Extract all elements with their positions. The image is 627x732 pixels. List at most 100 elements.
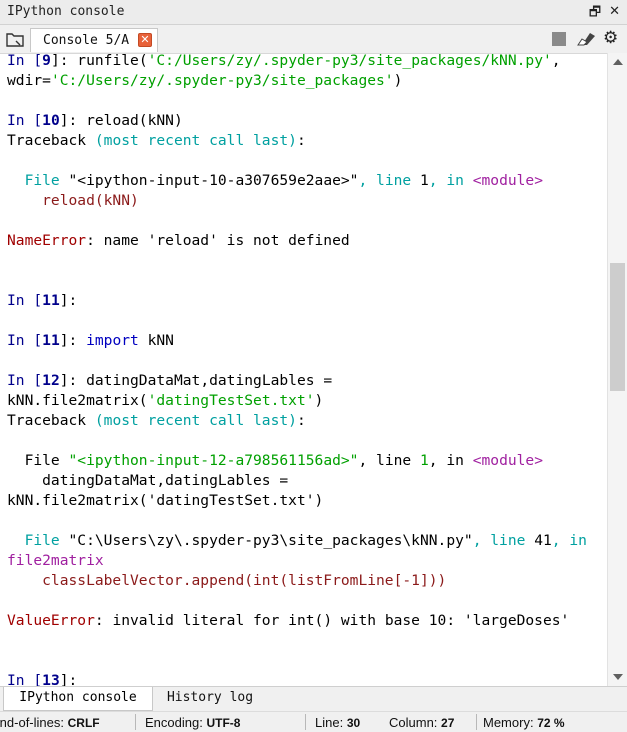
console-text: : name 'reload' is not defined (86, 232, 350, 249)
vertical-scrollbar[interactable] (607, 53, 627, 686)
console-text: , line (472, 532, 535, 549)
tab-ipython-console[interactable]: IPython console (3, 687, 153, 711)
console-text: , in (428, 452, 473, 469)
console-line: Traceback (most recent call last): (7, 411, 587, 431)
close-tab-icon[interactable]: ✕ (138, 33, 152, 47)
console-text: import (86, 332, 139, 349)
console-text: "<ipython-input-12-a798561156ad>" (68, 452, 359, 469)
line-status: Line: 30 (315, 715, 361, 730)
console-line: ValueError: invalid literal for int() wi… (7, 611, 587, 631)
tab-console-label: Console 5/A (43, 33, 130, 48)
console-text: "C:\Users\zy\.spyder-py3\site_packages\k… (68, 532, 473, 549)
console-text: NameError (7, 232, 87, 249)
console-lines: In [9]: runfile('C:/Users/zy/.spyder-py3… (7, 53, 587, 686)
console-text: 11 (42, 332, 60, 349)
undock-icon[interactable]: 🗗 (589, 3, 601, 25)
clear-console-icon[interactable] (576, 31, 596, 47)
bottom-tab-bar: IPython console History log (0, 686, 627, 711)
status-bar: End-of-lines: CRLF Encoding: UTF-8 Line:… (0, 711, 627, 732)
console-line: In [9]: runfile('C:/Users/zy/.spyder-py3… (7, 53, 587, 71)
console-text: 12 (42, 372, 60, 389)
console-text: file2matrix (7, 552, 104, 569)
console-text: kNN (138, 332, 174, 349)
console-line: In [11]: (7, 291, 587, 311)
console-toolbar: Console 5/A ✕ ⚙ (0, 25, 627, 53)
console-text: ValueError (7, 612, 95, 629)
pane-title-bar: IPython console 🗗 ✕ (0, 0, 627, 25)
console-text: : invalid literal for int() with base 10… (94, 612, 570, 629)
scrollbar-thumb[interactable] (610, 263, 625, 391)
console-text: , line (358, 172, 420, 189)
console-text: 1 (419, 452, 429, 469)
console-line: In [11]: import kNN (7, 331, 587, 351)
console-text: In [ (7, 672, 43, 686)
console-line: classLabelVector.append(int(listFromLine… (7, 571, 587, 591)
console-line: kNN.file2matrix('datingTestSet.txt') (7, 491, 587, 511)
console-line: File "<ipython-input-10-a307659e2aae>", … (7, 171, 587, 191)
console-text: File (7, 452, 69, 469)
console-text: 'C:/Users/zy/.spyder-py3/site_packages/k… (147, 53, 552, 69)
console-text: Traceback (7, 412, 95, 429)
console-text: In [ (7, 332, 43, 349)
console-text: (most recent call last) (94, 132, 297, 149)
console-text: In [ (7, 53, 43, 69)
console-text: Traceback (7, 132, 95, 149)
console-text: kNN.file2matrix('datingTestSet.txt') (7, 492, 324, 509)
console-text: classLabelVector.append(int(listFromLine… (7, 572, 447, 589)
console-text: (most recent call last) (94, 412, 297, 429)
console-line: In [13]: (7, 671, 587, 686)
console-text: ]: reload(kNN) (59, 112, 183, 129)
scroll-up-arrow-icon[interactable] (613, 59, 623, 65)
console-text: <module> (472, 452, 544, 469)
console-text: ) (393, 72, 403, 89)
console-text: 1 (419, 172, 429, 189)
console-line: file2matrix (7, 551, 587, 571)
console-line: In [12]: datingDataMat,datingLables = (7, 371, 587, 391)
console-text: , in (428, 172, 473, 189)
console-text: , (551, 53, 561, 69)
console-text: 41 (534, 532, 552, 549)
stop-icon[interactable] (552, 32, 566, 46)
eol-status: End-of-lines: CRLF (0, 715, 100, 730)
console-text: ) (314, 392, 324, 409)
console-text: 'C:/Users/zy/.spyder-py3/site_packages' (50, 72, 394, 89)
console-text: datingDataMat,datingLables = (7, 472, 289, 489)
gear-icon[interactable]: ⚙ (603, 29, 618, 47)
console-output[interactable]: In [9]: runfile('C:/Users/zy/.spyder-py3… (0, 53, 607, 686)
console-text: In [ (7, 292, 43, 309)
console-line: kNN.file2matrix('datingTestSet.txt') (7, 391, 587, 411)
tab-history-log[interactable]: History log (155, 687, 265, 711)
close-pane-icon[interactable]: ✕ (609, 3, 620, 25)
console-text: , in (551, 532, 587, 549)
console-text: 'datingTestSet.txt' (147, 392, 315, 409)
console-text: 10 (42, 112, 60, 129)
encoding-status: Encoding: UTF-8 (145, 715, 241, 730)
console-text: 13 (42, 672, 60, 686)
browse-tabs-icon[interactable] (5, 30, 25, 48)
console-text: ]: (59, 672, 78, 686)
console-text: File (7, 532, 69, 549)
tab-console[interactable]: Console 5/A ✕ (30, 28, 158, 52)
console-text: 9 (42, 53, 51, 69)
console-text: , line (358, 452, 420, 469)
console-text: kNN.file2matrix( (7, 392, 148, 409)
console-text: : (296, 412, 306, 429)
console-line: reload(kNN) (7, 191, 587, 211)
console-text: wdir= (7, 72, 51, 89)
console-line: datingDataMat,datingLables = (7, 471, 587, 491)
console-line: File "<ipython-input-12-a798561156ad>", … (7, 451, 587, 471)
scroll-down-arrow-icon[interactable] (613, 674, 623, 680)
pane-title: IPython console (7, 4, 125, 19)
console-line: File "C:\Users\zy\.spyder-py3\site_packa… (7, 531, 587, 551)
console-line: NameError: name 'reload' is not defined (7, 231, 587, 251)
